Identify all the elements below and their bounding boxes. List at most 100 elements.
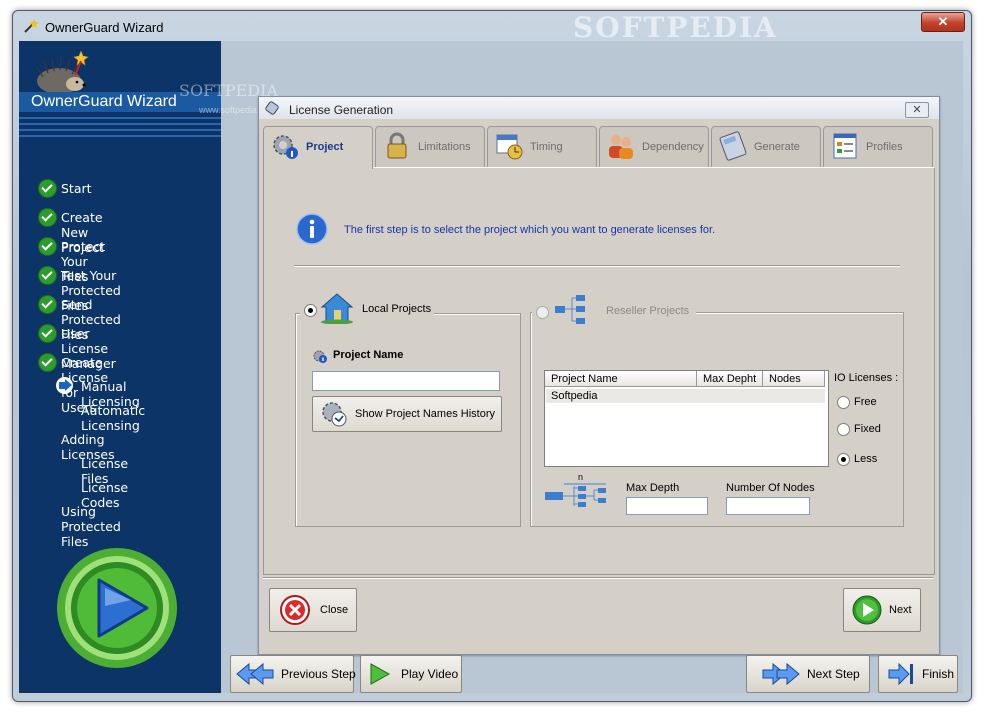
brand-title: OwnerGuard Wizard — [31, 93, 177, 110]
next-button-label: Next — [889, 604, 912, 616]
main-window: OwnerGuard Wizard SOFTPEDIA ✕ OwnerGuard… — [12, 10, 972, 702]
gear-history-icon — [322, 402, 347, 427]
tab-limitations[interactable]: Limitations — [375, 126, 485, 167]
tab-dependency[interactable]: Dependency — [599, 126, 709, 167]
play-video-button[interactable]: Play Video — [360, 655, 462, 693]
tab-profiles[interactable]: Profiles — [823, 126, 933, 167]
tab-label: Profiles — [866, 141, 903, 153]
number-of-nodes-input[interactable] — [726, 497, 810, 515]
double-arrow-left-icon — [236, 662, 274, 686]
depth-tree-icon: n — [545, 472, 606, 507]
play-video-icon — [370, 663, 391, 685]
column-header-nodes[interactable]: Nodes — [763, 371, 825, 387]
info-icon — [296, 213, 328, 245]
tree-n-label: n — [578, 472, 583, 482]
title-bar[interactable]: OwnerGuard Wizard SOFTPEDIA ✕ — [13, 11, 971, 44]
close-circle-icon — [280, 595, 310, 625]
close-button[interactable]: Close — [269, 588, 357, 632]
io-fixed-label: Fixed — [854, 423, 881, 435]
tab-label: Project — [306, 141, 344, 153]
users-icon — [609, 135, 633, 159]
check-icon — [38, 237, 57, 256]
reseller-content: Project Name Max Depht Nodes Softpedia I… — [530, 312, 902, 525]
watermark-logo: SOFTPEDIA — [573, 11, 778, 44]
io-free-radio[interactable] — [837, 396, 850, 409]
io-fixed-radio[interactable] — [837, 423, 850, 436]
local-projects-header: Local Projects — [300, 292, 434, 326]
tab-label: Limitations — [418, 141, 471, 153]
project-tab-page: The first step is to select the project … — [263, 167, 935, 575]
dialog-title: License Generation — [289, 103, 394, 117]
check-icon — [38, 208, 57, 227]
brand-stripes — [19, 117, 221, 139]
finish-label: Finish — [922, 667, 955, 681]
tab-label: Timing — [530, 141, 563, 153]
io-free-label: Free — [854, 396, 877, 408]
io-licenses-label: IO Licenses : — [834, 372, 899, 384]
step-using-protected-files[interactable]: Using Protected Files — [61, 504, 121, 549]
column-header-project-name[interactable]: Project Name — [545, 371, 697, 387]
window-title: OwnerGuard Wizard — [45, 20, 164, 35]
check-icon — [38, 266, 57, 285]
separator-line — [294, 265, 900, 267]
project-name-input[interactable] — [312, 371, 500, 391]
max-depth-label: Max Depth — [626, 482, 680, 494]
tab-project[interactable]: Project — [263, 126, 373, 169]
next-step-label: Next Step — [807, 667, 860, 681]
show-project-names-history-button[interactable]: Show Project Names History — [312, 396, 502, 432]
wizard-sidebar: OwnerGuard Wizard SOFTPEDIA www.softpedi… — [19, 41, 278, 693]
calculator-icon — [719, 131, 747, 161]
client-area: OwnerGuard Wizard SOFTPEDIA www.softpedi… — [19, 41, 963, 693]
reseller-projects-table[interactable]: Project Name Max Depht Nodes Softpedia — [544, 370, 829, 467]
number-of-nodes-label: Number Of Nodes — [726, 482, 815, 494]
current-step-arrow-icon — [56, 377, 73, 394]
column-header-max-depht[interactable]: Max Depht — [697, 371, 763, 387]
arrow-to-bar-icon — [888, 662, 913, 686]
info-text: The first step is to select the project … — [344, 224, 716, 236]
hedgehog-logo-icon — [36, 51, 89, 93]
project-name-label: Project Name — [333, 349, 404, 361]
check-icon — [38, 295, 57, 314]
finish-button[interactable]: Finish — [878, 655, 958, 693]
window-close-button[interactable]: ✕ — [921, 12, 965, 32]
dialog-bottom-separator — [263, 577, 933, 579]
calendar-clock-icon — [496, 134, 523, 160]
io-less-label: Less — [854, 453, 878, 465]
wand-icon — [24, 19, 39, 33]
check-icon — [38, 179, 57, 198]
double-arrow-right-icon — [762, 662, 800, 686]
check-icon — [38, 324, 57, 343]
big-play-icon[interactable] — [55, 546, 179, 670]
local-projects-label: Local Projects — [362, 303, 432, 315]
check-icon — [38, 353, 57, 372]
dialog-title-bar[interactable]: License Generation ✕ — [259, 97, 939, 119]
play-circle-icon — [852, 595, 882, 625]
table-row[interactable]: Softpedia — [546, 389, 825, 403]
close-button-label: Close — [320, 604, 349, 616]
license-generation-dialog: License Generation ✕ Project Limitations… — [258, 96, 940, 655]
play-video-label: Play Video — [401, 667, 459, 681]
step-automatic-licensing[interactable]: Automatic Licensing — [81, 403, 145, 433]
form-icon — [833, 133, 857, 159]
previous-step-label: Previous Step — [281, 667, 356, 681]
tab-label: Dependency — [642, 141, 704, 153]
tab-label: Generate — [754, 141, 800, 153]
max-depth-input[interactable] — [626, 497, 708, 515]
next-button[interactable]: Next — [843, 588, 921, 632]
lock-icon — [387, 132, 407, 159]
gear-info-icon — [273, 135, 298, 159]
dialog-close-icon[interactable]: ✕ — [905, 102, 929, 118]
next-step-button[interactable]: Next Step — [746, 655, 870, 693]
previous-step-button[interactable]: Previous Step — [230, 655, 356, 693]
local-projects-radio[interactable] — [304, 304, 317, 317]
tab-generate[interactable]: Generate — [711, 126, 821, 167]
house-icon — [320, 293, 354, 324]
license-key-icon — [265, 101, 279, 115]
step-start[interactable]: Start — [61, 181, 92, 196]
table-cell: Softpedia — [551, 390, 598, 402]
history-button-label: Show Project Names History — [355, 408, 495, 420]
tab-strip: Project Limitations Timing Dependency Ge… — [263, 126, 935, 169]
info-gear-small-icon — [313, 350, 327, 363]
io-less-radio[interactable] — [837, 453, 850, 466]
tab-timing[interactable]: Timing — [487, 126, 597, 167]
